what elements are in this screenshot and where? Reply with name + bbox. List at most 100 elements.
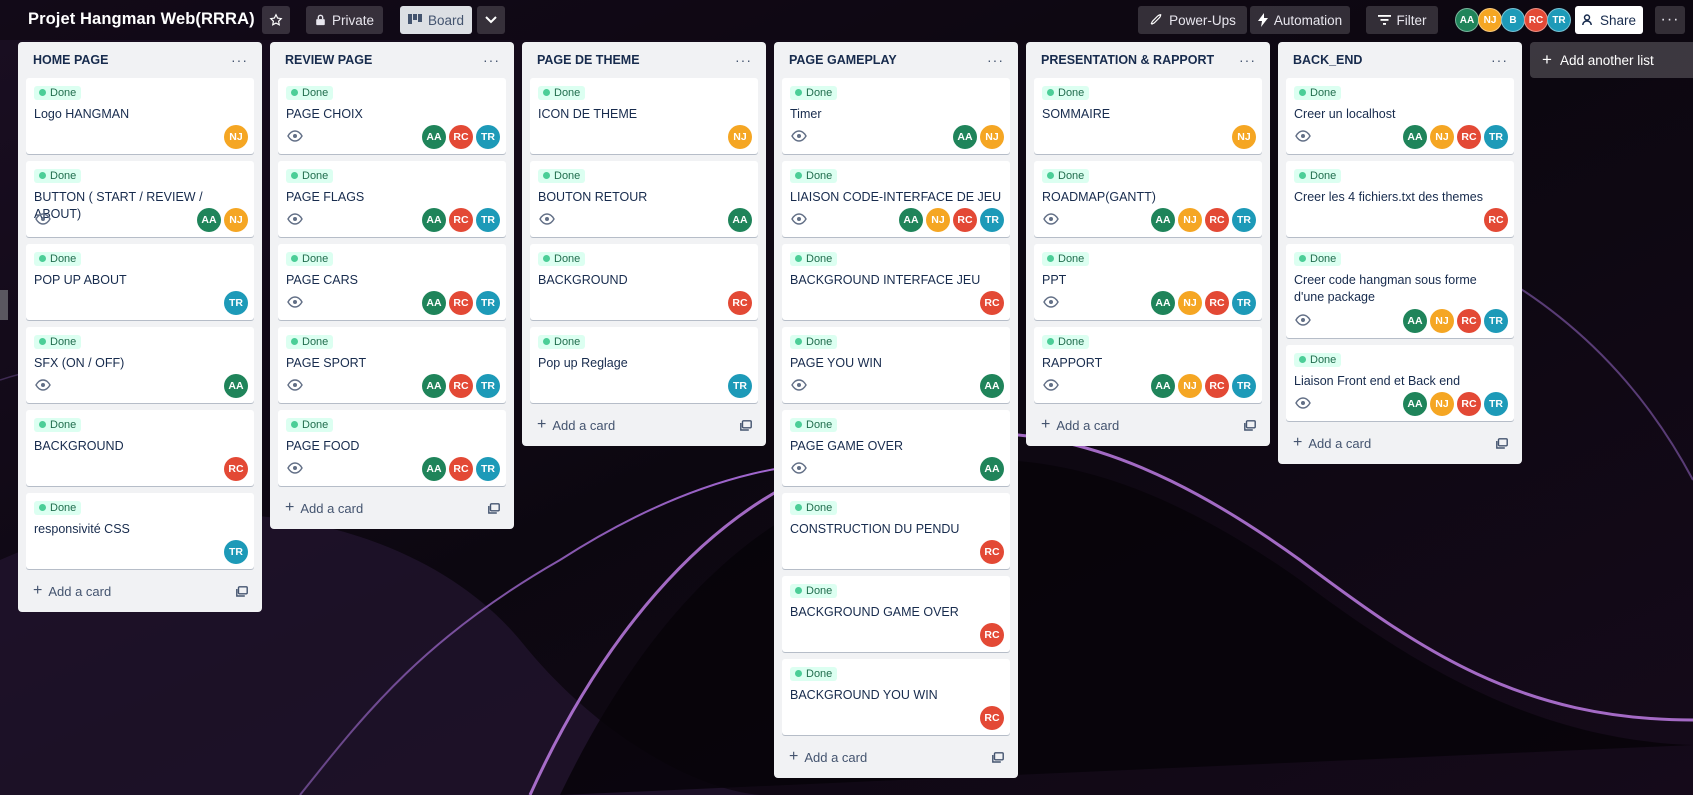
member-avatar[interactable]: AA bbox=[422, 457, 446, 481]
member-avatar[interactable]: TR bbox=[476, 291, 500, 315]
template-icon[interactable] bbox=[1244, 419, 1256, 431]
list-actions-icon[interactable]: ··· bbox=[1491, 53, 1508, 67]
add-card-button[interactable]: + Add a card bbox=[782, 742, 1010, 772]
member-avatar[interactable]: TR bbox=[224, 291, 248, 315]
member-avatar[interactable]: TR bbox=[1484, 309, 1508, 333]
add-list-button[interactable]: + Add another list bbox=[1530, 42, 1693, 78]
card[interactable]: Done RAPPORT AA NJ RC TR bbox=[1034, 327, 1262, 403]
card[interactable]: Done PAGE SPORT AA RC TR bbox=[278, 327, 506, 403]
board-members[interactable]: AA NJ B RC TR bbox=[1455, 8, 1571, 32]
member-avatar[interactable]: NJ bbox=[224, 208, 248, 232]
add-card-button[interactable]: + Add a card bbox=[1286, 428, 1514, 458]
member-avatar[interactable]: NJ bbox=[926, 208, 950, 232]
member-avatar[interactable]: RC bbox=[1205, 208, 1229, 232]
member-avatar[interactable]: NJ bbox=[1178, 291, 1202, 315]
card[interactable]: Done BACKGROUND YOU WIN RC bbox=[782, 659, 1010, 735]
member-avatar[interactable]: NJ bbox=[1232, 125, 1256, 149]
card[interactable]: Done PAGE GAME OVER AA bbox=[782, 410, 1010, 486]
views-dropdown-button[interactable] bbox=[477, 6, 505, 34]
powerups-button[interactable]: Power-Ups bbox=[1138, 6, 1247, 34]
member-avatar[interactable]: AA bbox=[422, 208, 446, 232]
template-icon[interactable] bbox=[740, 419, 752, 431]
member-avatar[interactable]: NJ bbox=[728, 125, 752, 149]
visibility-button[interactable]: Private bbox=[306, 6, 383, 34]
list-title[interactable]: HOME PAGE bbox=[33, 53, 108, 67]
card[interactable]: Done CONSTRUCTION DU PENDU RC bbox=[782, 493, 1010, 569]
card[interactable]: Done PPT AA NJ RC TR bbox=[1034, 244, 1262, 320]
member-avatar[interactable]: TR bbox=[1232, 208, 1256, 232]
star-button[interactable] bbox=[262, 6, 290, 34]
card[interactable]: Done Pop up Reglage TR bbox=[530, 327, 758, 403]
member-avatar[interactable]: NJ bbox=[1430, 309, 1454, 333]
member-avatar[interactable]: AA bbox=[1151, 374, 1175, 398]
card[interactable]: Done PAGE FOOD AA RC TR bbox=[278, 410, 506, 486]
member-avatar[interactable]: AA bbox=[899, 208, 923, 232]
member-avatar[interactable]: TR bbox=[476, 374, 500, 398]
member-avatar[interactable]: RC bbox=[980, 291, 1004, 315]
list-title[interactable]: BACK_END bbox=[1293, 53, 1362, 67]
member-avatar[interactable]: AA bbox=[1151, 291, 1175, 315]
card[interactable]: Done BACKGROUND INTERFACE JEU RC bbox=[782, 244, 1010, 320]
list-actions-icon[interactable]: ··· bbox=[1239, 53, 1256, 67]
member-avatar[interactable]: AA bbox=[1455, 8, 1479, 32]
share-button[interactable]: Share bbox=[1575, 6, 1643, 34]
member-avatar[interactable]: TR bbox=[1232, 291, 1256, 315]
member-avatar[interactable]: RC bbox=[449, 125, 473, 149]
board-title[interactable]: Projet Hangman Web(RRRA) bbox=[28, 10, 255, 29]
member-avatar[interactable]: AA bbox=[980, 374, 1004, 398]
add-card-button[interactable]: + Add a card bbox=[26, 576, 254, 606]
member-avatar[interactable]: AA bbox=[1403, 125, 1427, 149]
filter-button[interactable]: Filter bbox=[1366, 6, 1438, 34]
list-title[interactable]: PAGE GAMEPLAY bbox=[789, 53, 897, 67]
member-avatar[interactable]: TR bbox=[476, 208, 500, 232]
board-view-button[interactable]: Board bbox=[400, 6, 472, 34]
member-avatar[interactable]: AA bbox=[224, 374, 248, 398]
member-avatar[interactable]: RC bbox=[1484, 208, 1508, 232]
member-avatar[interactable]: NJ bbox=[1430, 392, 1454, 416]
member-avatar[interactable]: TR bbox=[1232, 374, 1256, 398]
board-menu-button[interactable]: ··· bbox=[1655, 6, 1685, 34]
member-avatar[interactable]: RC bbox=[1205, 291, 1229, 315]
member-avatar[interactable]: RC bbox=[980, 706, 1004, 730]
member-avatar[interactable]: RC bbox=[449, 291, 473, 315]
member-avatar[interactable]: NJ bbox=[1178, 208, 1202, 232]
member-avatar[interactable]: AA bbox=[980, 457, 1004, 481]
card[interactable]: Done Creer un localhost AA NJ RC TR bbox=[1286, 78, 1514, 154]
list-actions-icon[interactable]: ··· bbox=[483, 53, 500, 67]
member-avatar[interactable]: RC bbox=[449, 374, 473, 398]
member-avatar[interactable]: TR bbox=[1484, 392, 1508, 416]
list-actions-icon[interactable]: ··· bbox=[231, 53, 248, 67]
card[interactable]: Done Logo HANGMAN NJ bbox=[26, 78, 254, 154]
member-avatar[interactable]: RC bbox=[1457, 392, 1481, 416]
member-avatar[interactable]: TR bbox=[980, 208, 1004, 232]
card[interactable]: Done BACKGROUND RC bbox=[26, 410, 254, 486]
template-icon[interactable] bbox=[488, 502, 500, 514]
member-avatar[interactable]: RC bbox=[1205, 374, 1229, 398]
member-avatar[interactable]: B bbox=[1501, 8, 1525, 32]
member-avatar[interactable]: AA bbox=[1403, 309, 1427, 333]
member-avatar[interactable]: TR bbox=[224, 540, 248, 564]
card[interactable]: Done SFX (ON / OFF) AA bbox=[26, 327, 254, 403]
card[interactable]: Done SOMMAIRE NJ bbox=[1034, 78, 1262, 154]
member-avatar[interactable]: TR bbox=[1547, 8, 1571, 32]
member-avatar[interactable]: AA bbox=[422, 125, 446, 149]
member-avatar[interactable]: RC bbox=[980, 540, 1004, 564]
list-title[interactable]: PRESENTATION & RAPPORT bbox=[1041, 53, 1214, 67]
member-avatar[interactable]: AA bbox=[1403, 392, 1427, 416]
card[interactable]: Done PAGE FLAGS AA RC TR bbox=[278, 161, 506, 237]
list-title[interactable]: REVIEW PAGE bbox=[285, 53, 372, 67]
card[interactable]: Done LIAISON CODE-INTERFACE DE JEU AA NJ RC T… bbox=[782, 161, 1010, 237]
card[interactable]: Done Creer code hangman sous forme d'une … bbox=[1286, 244, 1514, 338]
card[interactable]: Done responsivité CSS TR bbox=[26, 493, 254, 569]
member-avatar[interactable]: NJ bbox=[224, 125, 248, 149]
card[interactable]: Done PAGE CHOIX AA RC TR bbox=[278, 78, 506, 154]
card[interactable]: Done ICON DE THEME NJ bbox=[530, 78, 758, 154]
member-avatar[interactable]: RC bbox=[1457, 309, 1481, 333]
member-avatar[interactable]: RC bbox=[224, 457, 248, 481]
card[interactable]: Done Liaison Front end et Back end AA NJ RC T… bbox=[1286, 345, 1514, 421]
member-avatar[interactable]: TR bbox=[1484, 125, 1508, 149]
card[interactable]: Done ROADMAP(GANTT) AA NJ RC TR bbox=[1034, 161, 1262, 237]
member-avatar[interactable]: RC bbox=[449, 457, 473, 481]
card[interactable]: Done BACKGROUND GAME OVER RC bbox=[782, 576, 1010, 652]
card[interactable]: Done POP UP ABOUT TR bbox=[26, 244, 254, 320]
